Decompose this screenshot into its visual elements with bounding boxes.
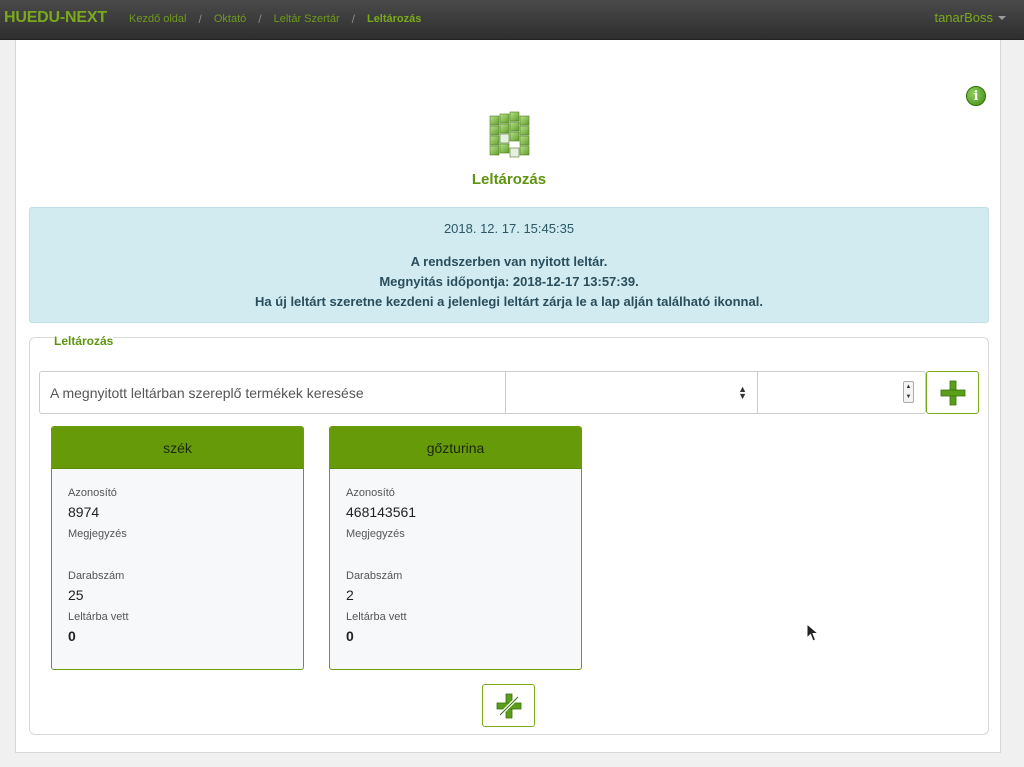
count-value: 2: [346, 587, 354, 603]
id-label: Azonosító: [346, 487, 395, 499]
alert-datetime: 2018. 12. 17. 15:45:35: [443, 221, 575, 236]
info-icon[interactable]: i: [966, 86, 986, 106]
search-row: A megnyitott leltárban szereplő termékek…: [39, 371, 926, 414]
product-card-title: szék: [52, 427, 303, 469]
alert-line-3: Ha új leltárt szeretne kezdeni a jelenle…: [255, 294, 763, 309]
breadcrumb-separator: /: [351, 12, 355, 26]
plus-icon: [940, 380, 965, 405]
product-card-title: gőzturina: [330, 427, 581, 469]
breadcrumb-current: Leltározás: [366, 13, 422, 25]
id-label: Azonosító: [68, 487, 117, 499]
select-arrows-icon: ▲ ▼: [738, 384, 747, 401]
top-navbar: HUEDU-NEXT Kezdő oldal / Oktató / Leltár…: [0, 0, 1024, 40]
inventoried-label: Leltárba vett: [346, 611, 407, 623]
close-inventory-icon: [496, 693, 521, 718]
product-search-input[interactable]: A megnyitott leltárban szereplő termékek…: [39, 371, 506, 414]
inventory-grid-icon: [489, 111, 530, 158]
open-inventory-alert: 2018. 12. 17. 15:45:35 A rendszerben van…: [29, 207, 989, 323]
count-label: Darabszám: [68, 570, 125, 582]
breadcrumb-teacher[interactable]: Oktató: [214, 13, 246, 25]
fieldset-legend: Leltározás: [54, 334, 114, 348]
brand-logo[interactable]: HUEDU-NEXT: [4, 9, 107, 27]
alert-line-1: A rendszerben van nyitott leltár.: [410, 254, 608, 269]
id-value: 468143561: [346, 504, 417, 520]
spinner-icon[interactable]: ▲ ▼: [903, 381, 914, 403]
id-value: 8974: [68, 504, 100, 520]
user-menu[interactable]: tanarBoss: [934, 10, 1006, 25]
inventoried-value: 0: [68, 628, 76, 644]
product-card[interactable]: gőzturina Azonosító 468143561 Megjegyzés…: [329, 426, 582, 670]
main-panel: i Leltározás 2018. 12. 17. 15:45:35 A re…: [15, 40, 1001, 753]
breadcrumb: Kezdő oldal / Oktató / Leltár Szertár / …: [129, 12, 421, 26]
breadcrumb-storage[interactable]: Leltár Szertár: [274, 13, 340, 25]
inventoried-value: 0: [346, 628, 354, 644]
user-name: tanarBoss: [934, 10, 993, 25]
add-item-button[interactable]: [926, 371, 979, 414]
count-value: 25: [68, 587, 84, 603]
inventoried-label: Leltárba vett: [68, 611, 129, 623]
mouse-cursor-icon: [806, 623, 820, 642]
count-label: Darabszám: [346, 570, 403, 582]
close-inventory-button[interactable]: [482, 684, 535, 727]
product-select[interactable]: ▲ ▼: [506, 371, 758, 414]
quantity-stepper[interactable]: ▲ ▼: [758, 371, 926, 414]
product-card[interactable]: szék Azonosító 8974 Megjegyzés Darabszám…: [51, 426, 304, 670]
inventory-fieldset: Leltározás A megnyitott leltárban szerep…: [29, 334, 989, 735]
note-label: Megjegyzés: [68, 528, 127, 540]
chevron-down-icon: [998, 16, 1006, 20]
breadcrumb-separator: /: [258, 12, 262, 26]
note-label: Megjegyzés: [346, 528, 405, 540]
alert-line-2: Megnyitás időpontja: 2018-12-17 13:57:39…: [379, 274, 639, 289]
breadcrumb-separator: /: [198, 12, 202, 26]
breadcrumb-home[interactable]: Kezdő oldal: [129, 13, 187, 25]
page-title: Leltározás: [471, 171, 547, 188]
